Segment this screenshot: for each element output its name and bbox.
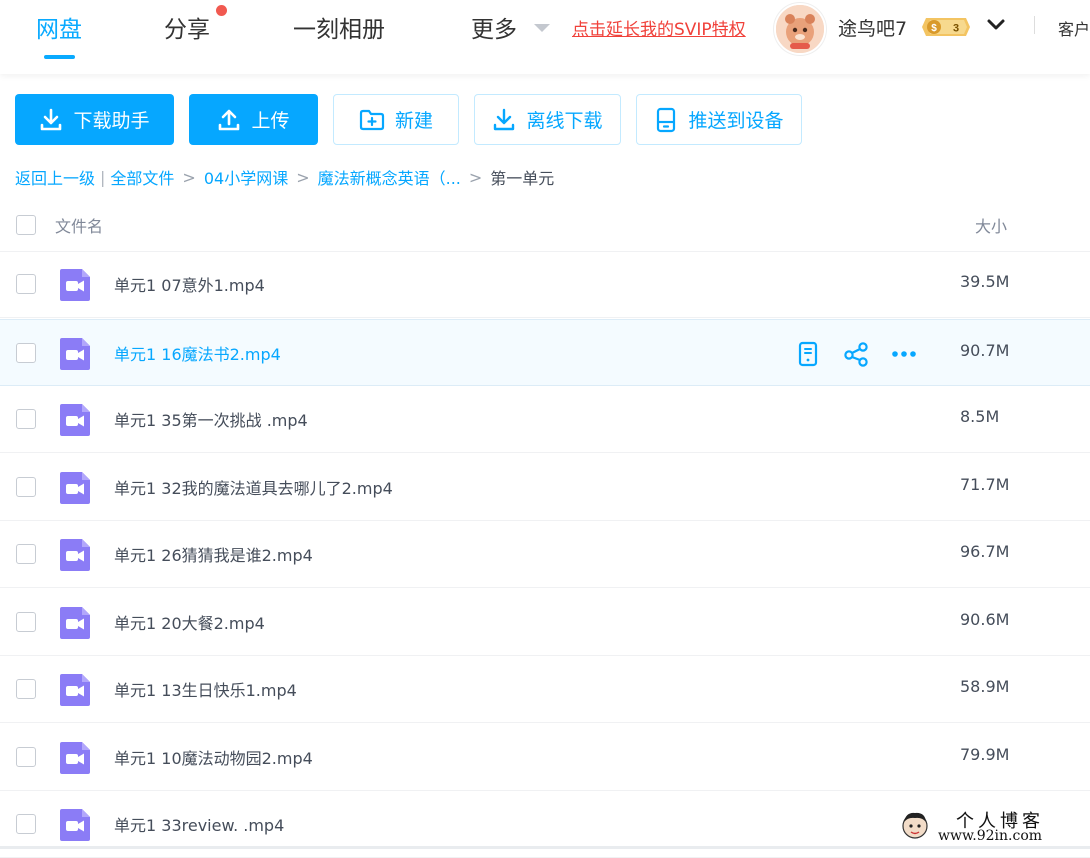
file-row[interactable]: 单元1 32我的魔法道具去哪儿了2.mp4 71.7M: [0, 454, 1090, 521]
breadcrumb-arrow: >: [182, 167, 196, 187]
breadcrumb-all-files[interactable]: 全部文件: [110, 165, 174, 189]
file-name[interactable]: 单元1 13生日快乐1.mp4: [114, 677, 297, 701]
blog-watermark: 个人博客 www.92in.com: [898, 806, 1078, 846]
file-name[interactable]: 单元1 35第一次挑战 .mp4: [114, 407, 308, 431]
notification-dot: [216, 5, 227, 16]
breadcrumb-arrow: >: [468, 167, 483, 187]
video-file-icon: [60, 674, 90, 706]
download-helper-button[interactable]: 下载助手: [15, 94, 174, 145]
video-file-icon: [60, 337, 90, 370]
file-row[interactable]: 单元1 20大餐2.mp4 90.6M: [0, 589, 1090, 656]
breadcrumb-back[interactable]: 返回上一级: [15, 165, 95, 189]
file-size: 96.7M: [960, 542, 1010, 561]
watermark-url: www.92in.com: [938, 828, 1043, 844]
upload-button[interactable]: 上传: [189, 94, 318, 145]
column-header-name[interactable]: 文件名: [55, 213, 103, 237]
push-to-device-button[interactable]: 推送到设备: [636, 94, 802, 145]
file-size: 79.9M: [960, 744, 1010, 764]
push-to-device-icon[interactable]: [794, 340, 822, 368]
video-file-icon: [60, 269, 90, 301]
file-name[interactable]: 单元1 07意外1.mp4: [114, 272, 265, 296]
video-file-icon: [60, 539, 90, 571]
download-icon: [41, 108, 62, 130]
file-row[interactable]: 单元1 10魔法动物园2.mp4 79.9M: [0, 724, 1090, 791]
new-folder-label: 新建: [394, 110, 433, 132]
file-size: 58.9M: [960, 677, 1010, 696]
file-name[interactable]: 单元1 10魔法动物园2.mp4: [114, 745, 313, 769]
row-checkbox[interactable]: [16, 409, 36, 429]
breadcrumb-divider: |: [100, 167, 106, 187]
file-size: 39.5M: [960, 272, 1010, 291]
share-icon[interactable]: [842, 340, 870, 368]
file-row[interactable]: 单元1 13生日快乐1.mp4 58.9M: [0, 656, 1090, 723]
video-file-icon: [60, 809, 90, 841]
device-icon: [657, 107, 676, 132]
svip-badge-icon: $ 3: [922, 18, 970, 36]
offline-download-button[interactable]: 离线下载: [474, 94, 621, 145]
nav-divider: [1034, 16, 1035, 34]
row-checkbox[interactable]: [16, 274, 36, 294]
file-name[interactable]: 单元1 20大餐2.mp4: [114, 610, 265, 634]
video-file-icon: [60, 471, 90, 504]
avatar-image: [776, 5, 824, 53]
chevron-down-icon[interactable]: [534, 24, 550, 32]
file-row[interactable]: 单元1 35第一次挑战 .mp4 8.5M: [0, 386, 1090, 453]
row-checkbox[interactable]: [16, 611, 36, 632]
offline-download-icon: [494, 108, 515, 130]
breadcrumb-current: 第一单元: [490, 169, 555, 188]
new-folder-button[interactable]: 新建: [333, 94, 459, 145]
upload-icon: [219, 109, 240, 130]
file-size: 90.7M: [960, 340, 1010, 360]
file-name[interactable]: 单元1 32我的魔法道具去哪儿了2.mp4: [114, 475, 393, 499]
row-checkbox[interactable]: [16, 746, 36, 767]
new-folder-icon: [359, 109, 385, 130]
user-menu-chevron-icon[interactable]: [986, 15, 1006, 35]
svg-text:$: $: [931, 23, 937, 34]
offline-download-label: 离线下载: [526, 110, 603, 132]
column-header-size[interactable]: 大小: [975, 213, 1007, 237]
file-name[interactable]: 单元1 33review. .mp4: [114, 812, 284, 836]
avatar[interactable]: [774, 3, 826, 55]
file-row[interactable]: 单元1 16魔法书2.mp4 90.7M: [0, 318, 1090, 386]
file-row[interactable]: 单元1 07意外1.mp4 39.5M: [0, 251, 1090, 318]
tab-more[interactable]: 更多: [471, 10, 517, 44]
file-name[interactable]: 单元1 26猜猜我是谁2.mp4: [114, 542, 313, 566]
tab-photo-album[interactable]: 一刻相册: [293, 10, 385, 44]
client-download-link[interactable]: 客户: [1058, 16, 1090, 40]
file-size: 90.6M: [960, 609, 1010, 629]
push-to-device-label: 推送到设备: [688, 110, 784, 132]
video-file-icon: [60, 606, 90, 639]
row-checkbox[interactable]: [16, 679, 36, 699]
video-file-icon: [60, 741, 90, 774]
list-header: 文件名 大小: [0, 205, 1090, 252]
breadcrumb-level1[interactable]: 04小学网课: [204, 165, 288, 189]
row-checkbox[interactable]: [16, 544, 36, 564]
file-name[interactable]: 单元1 16魔法书2.mp4: [114, 341, 281, 365]
watermark-avatar-icon: [902, 812, 928, 839]
breadcrumb: 返回上一级 | 全部文件 > 04小学网课 > 魔法新概念英语（... > 第一…: [15, 165, 554, 189]
file-row[interactable]: 单元1 26猜猜我是谁2.mp4 96.7M: [0, 521, 1090, 588]
video-file-icon: [60, 404, 90, 436]
breadcrumb-arrow: >: [296, 167, 310, 187]
more-icon[interactable]: [890, 340, 918, 368]
file-size: 8.5M: [960, 407, 1000, 426]
top-nav: 网盘 分享 一刻相册 更多 点击延长我的SVIP特权 途鸟吧7 $ 3 客户: [0, 0, 1090, 74]
select-all-checkbox[interactable]: [16, 215, 36, 235]
download-helper-label: 下载助手: [73, 110, 150, 132]
tab-share[interactable]: 分享: [164, 10, 210, 44]
file-size: 71.7M: [960, 474, 1010, 494]
breadcrumb-level2[interactable]: 魔法新概念英语（...: [318, 165, 461, 189]
svip-renew-link[interactable]: 点击延长我的SVIP特权: [572, 15, 746, 40]
upload-label: 上传: [251, 110, 290, 132]
tab-netdisk[interactable]: 网盘: [36, 10, 82, 44]
row-checkbox[interactable]: [16, 342, 36, 363]
row-checkbox[interactable]: [16, 814, 36, 834]
active-tab-indicator: [44, 55, 75, 59]
username[interactable]: 途鸟吧7: [838, 14, 907, 41]
svg-text:3: 3: [953, 23, 959, 35]
row-checkbox[interactable]: [16, 476, 36, 497]
